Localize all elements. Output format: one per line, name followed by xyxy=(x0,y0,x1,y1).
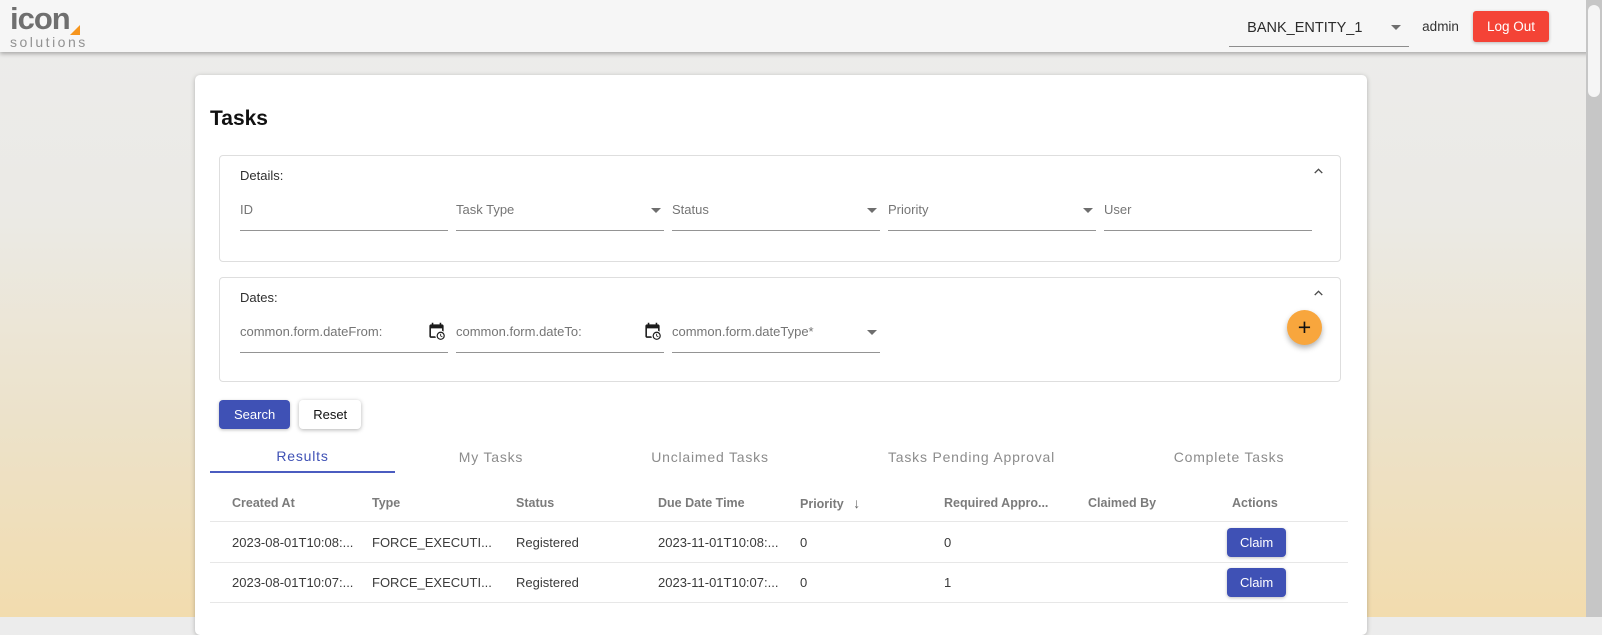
status-select[interactable]: Status xyxy=(672,200,880,231)
table-row: 2023-08-01T10:08:... FORCE_EXECUTI... Re… xyxy=(210,521,1348,562)
tab-results[interactable]: Results xyxy=(210,440,395,473)
tab-tasks-pending-approval[interactable]: Tasks Pending Approval xyxy=(833,440,1110,473)
claim-button[interactable]: Claim xyxy=(1227,568,1287,597)
chevron-down-icon xyxy=(867,330,877,335)
cell-required-approvals: 1 xyxy=(944,575,952,590)
cell-required-approvals: 0 xyxy=(944,534,952,550)
topbar-right: BANK_ENTITY_1 admin Log Out xyxy=(1229,0,1549,52)
id-field[interactable] xyxy=(240,200,448,231)
dates-panel-title: Dates: xyxy=(240,290,278,305)
date-from-field[interactable]: common.form.dateFrom: xyxy=(240,322,448,353)
col-status[interactable]: Status xyxy=(516,496,658,510)
results-table: Created At Type Status Due Date Time Pri… xyxy=(210,485,1348,603)
entity-select[interactable]: BANK_ENTITY_1 xyxy=(1229,16,1410,47)
tab-complete-tasks-label: Complete Tasks xyxy=(1173,448,1285,465)
page-title: Tasks xyxy=(210,107,268,130)
logo-subtext: solutions xyxy=(10,34,88,50)
user-input[interactable] xyxy=(1104,200,1312,227)
tab-complete-tasks[interactable]: Complete Tasks xyxy=(1110,440,1348,473)
priority-placeholder: Priority xyxy=(888,202,929,217)
cell-priority: 0 xyxy=(800,575,808,590)
search-button[interactable]: Search xyxy=(219,400,291,429)
cell-type: FORCE_EXECUTI... xyxy=(372,575,492,590)
chevron-down-icon xyxy=(651,208,661,213)
cell-created-at: 2023-08-01T10:07:... xyxy=(232,575,354,590)
entity-select-value: BANK_ENTITY_1 xyxy=(1247,19,1363,36)
scrollbar[interactable] xyxy=(1586,0,1602,617)
username-label: admin xyxy=(1422,18,1459,34)
cell-priority: 0 xyxy=(800,534,808,550)
id-input[interactable] xyxy=(240,200,448,227)
col-priority-label: Priority xyxy=(800,497,844,511)
tab-my-tasks-label: My Tasks xyxy=(458,448,524,465)
date-to-field[interactable]: common.form.dateTo: xyxy=(456,322,664,353)
cell-due-date-time: 2023-11-01T10:08:... xyxy=(658,534,779,550)
collapse-dates-button[interactable] xyxy=(1311,286,1326,306)
table-header-row: Created At Type Status Due Date Time Pri… xyxy=(210,485,1348,521)
logout-button[interactable]: Log Out xyxy=(1472,10,1549,42)
tasks-card: Tasks Details: Task Type Status Priority xyxy=(195,75,1367,635)
scrollbar-thumb[interactable] xyxy=(1588,5,1600,97)
date-type-select[interactable]: common.form.dateType* xyxy=(672,322,880,353)
cell-created-at: 2023-08-01T10:08:... xyxy=(232,534,354,550)
col-type[interactable]: Type xyxy=(372,496,516,510)
collapse-details-button[interactable] xyxy=(1311,164,1326,184)
dates-panel: Dates: common.form.dateFrom: common.form… xyxy=(219,277,1341,382)
app-logo: icon solutions xyxy=(10,3,88,49)
chevron-down-icon xyxy=(1391,25,1402,30)
status-placeholder: Status xyxy=(672,202,709,217)
top-bar: icon solutions BANK_ENTITY_1 admin Log O… xyxy=(0,0,1602,52)
col-required-approvals[interactable]: Required Appro... xyxy=(944,496,1088,510)
col-priority[interactable]: Priority ↓ xyxy=(800,495,944,511)
chevron-down-icon xyxy=(867,208,877,213)
tab-results-label: Results xyxy=(276,447,329,464)
reset-button[interactable]: Reset xyxy=(299,400,362,429)
col-created-at[interactable]: Created At xyxy=(232,496,372,510)
col-claimed-by[interactable]: Claimed By xyxy=(1088,496,1232,510)
date-from-placeholder: common.form.dateFrom: xyxy=(240,324,383,339)
col-due-date-time[interactable]: Due Date Time xyxy=(658,496,800,510)
filter-actions: Search Reset xyxy=(219,400,362,429)
details-panel-title: Details: xyxy=(240,168,284,183)
calendar-clock-icon[interactable] xyxy=(427,322,446,346)
table-row: 2023-08-01T10:07:... FORCE_EXECUTI... Re… xyxy=(210,562,1348,603)
cell-status: Registered xyxy=(516,575,579,590)
priority-select[interactable]: Priority xyxy=(888,200,1096,231)
date-to-placeholder: common.form.dateTo: xyxy=(456,324,582,339)
tab-tasks-pending-approval-label: Tasks Pending Approval xyxy=(887,448,1056,465)
claim-button[interactable]: Claim xyxy=(1227,527,1287,557)
user-field[interactable] xyxy=(1104,200,1312,231)
task-type-select[interactable]: Task Type xyxy=(456,200,664,231)
details-panel: Details: Task Type Status Priority xyxy=(219,155,1341,262)
tab-my-tasks[interactable]: My Tasks xyxy=(395,440,587,473)
chevron-down-icon xyxy=(1083,208,1093,213)
task-tabs: Results My Tasks Unclaimed Tasks Tasks P… xyxy=(210,440,1348,473)
cell-type: FORCE_EXECUTI... xyxy=(372,534,492,550)
cell-status: Registered xyxy=(516,534,579,550)
date-type-placeholder: common.form.dateType* xyxy=(672,324,814,339)
add-date-filter-button[interactable]: + xyxy=(1287,310,1322,345)
cell-due-date-time: 2023-11-01T10:07:... xyxy=(658,575,779,590)
tab-unclaimed-tasks[interactable]: Unclaimed Tasks xyxy=(587,440,833,473)
sort-descending-icon[interactable]: ↓ xyxy=(853,495,860,511)
cell-actions: Claim xyxy=(1227,527,1348,557)
tab-unclaimed-tasks-label: Unclaimed Tasks xyxy=(651,448,769,465)
chevron-up-icon xyxy=(1314,168,1323,174)
calendar-clock-icon[interactable] xyxy=(643,322,662,346)
task-type-placeholder: Task Type xyxy=(456,202,515,217)
cell-actions: Claim xyxy=(1227,568,1348,597)
chevron-up-icon xyxy=(1314,290,1323,296)
col-actions: Actions xyxy=(1232,496,1278,510)
